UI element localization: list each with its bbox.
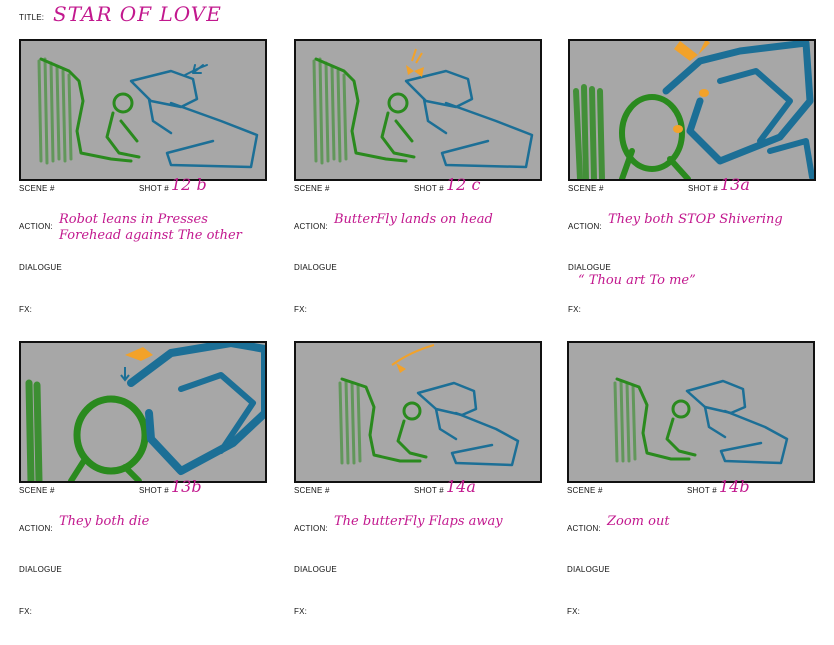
shot-number: 14a — [446, 477, 476, 496]
title-value: STAR OF LOVE — [53, 2, 222, 26]
dialogue-text: “ Thou art To me” — [578, 273, 696, 288]
panel-1-sketch — [37, 57, 259, 169]
action-text: They both die — [59, 514, 150, 529]
panel-4-sketch — [25, 343, 265, 481]
fx-label: FX: — [567, 607, 581, 616]
dialogue-label: DIALOGUE — [568, 263, 611, 272]
panel-5-frame — [294, 341, 542, 483]
shot-label: SHOT # — [139, 184, 169, 193]
butterfly-icon — [406, 48, 424, 77]
shot-number: 12 b — [171, 175, 207, 194]
scene-label: SCENE # — [294, 486, 330, 495]
panel-6-frame — [567, 341, 815, 483]
panel-3-sketch — [573, 41, 814, 179]
shot-number: 12 c — [446, 175, 481, 194]
action-text: ButterFly lands on head — [334, 212, 493, 227]
scene-label: SCENE # — [568, 184, 604, 193]
panel-5-sketch — [338, 344, 520, 467]
title-label: TITLE: — [19, 13, 45, 22]
action-text: Zoom out — [607, 514, 670, 529]
dialogue-label: DIALOGUE — [19, 565, 62, 574]
butterfly-icon — [391, 344, 435, 373]
shot-label: SHOT # — [139, 486, 169, 495]
action-text: The butterFly Flaps away — [334, 514, 503, 529]
panel-2-sketch — [312, 48, 534, 169]
butterfly-icon — [125, 347, 153, 361]
action-label: ACTION: — [19, 524, 53, 533]
action-text: Robot leans in Presses Forehead against … — [59, 212, 242, 243]
shot-number: 14b — [719, 477, 750, 496]
scene-label: SCENE # — [19, 486, 55, 495]
action-text: They both STOP Shivering — [608, 212, 783, 227]
shot-label: SHOT # — [414, 184, 444, 193]
fx-label: FX: — [294, 607, 308, 616]
fx-label: FX: — [19, 305, 33, 314]
shot-label: SHOT # — [687, 486, 717, 495]
scene-label: SCENE # — [294, 184, 330, 193]
fx-label: FX: — [294, 305, 308, 314]
dialogue-label: DIALOGUE — [567, 565, 610, 574]
panel-6-sketch — [613, 377, 789, 465]
scene-label: SCENE # — [19, 184, 55, 193]
shot-number: 13a — [720, 175, 750, 194]
fx-label: FX: — [19, 607, 33, 616]
panel-1-frame — [19, 39, 267, 181]
action-label: ACTION: — [294, 524, 328, 533]
fx-label: FX: — [568, 305, 582, 314]
panel-2-frame — [294, 39, 542, 181]
dialogue-label: DIALOGUE — [294, 263, 337, 272]
shot-label: SHOT # — [688, 184, 718, 193]
scene-label: SCENE # — [567, 486, 603, 495]
shot-number: 13b — [171, 477, 202, 496]
dialogue-label: DIALOGUE — [19, 263, 62, 272]
panel-3-frame — [568, 39, 816, 181]
action-label: ACTION: — [567, 524, 601, 533]
dialogue-label: DIALOGUE — [294, 565, 337, 574]
panel-4-frame — [19, 341, 267, 483]
action-label: ACTION: — [294, 222, 328, 231]
action-label: ACTION: — [568, 222, 602, 231]
shot-label: SHOT # — [414, 486, 444, 495]
down-arrow-icon — [120, 367, 130, 382]
action-label: ACTION: — [19, 222, 53, 231]
